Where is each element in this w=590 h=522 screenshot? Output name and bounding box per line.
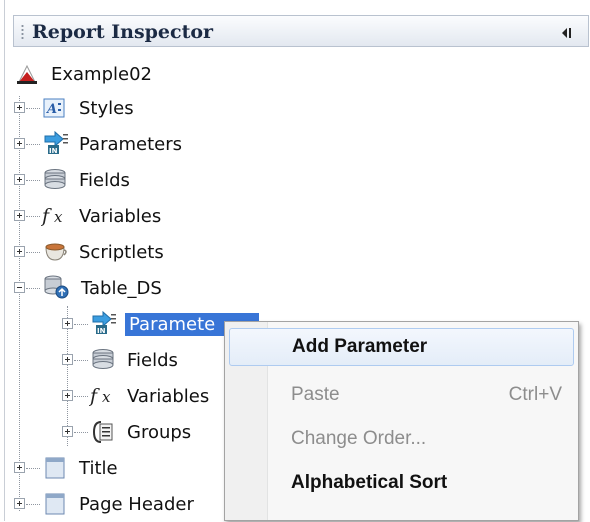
- tree-connector: [26, 252, 40, 253]
- menu-item-shortcut: Ctrl+V: [508, 384, 562, 405]
- expand-icon[interactable]: [14, 498, 25, 509]
- fields-icon: [43, 168, 67, 192]
- svg-text:x: x: [102, 388, 111, 406]
- tree-item-label: Page Header: [79, 493, 194, 515]
- parameters-icon: IN: [43, 130, 68, 155]
- minimize-panel-icon[interactable]: [560, 25, 574, 39]
- tree-item-label: Title: [79, 457, 118, 479]
- tree-item-label: Groups: [127, 421, 192, 443]
- band-icon: [45, 456, 69, 480]
- menu-item-label: Change Order...: [291, 428, 427, 449]
- tree-connector: [26, 216, 40, 217]
- tree-item-label: Fields: [127, 349, 178, 371]
- context-menu: Add Parameter Paste Ctrl+V Change Order.…: [224, 321, 579, 521]
- svg-text:f: f: [89, 385, 100, 407]
- tree-item-label: Parameters: [79, 133, 183, 155]
- tree-item-table-ds[interactable]: Table_DS: [5, 270, 305, 306]
- variables-icon: f x: [88, 384, 113, 408]
- svg-text:f: f: [41, 205, 52, 227]
- tree-item-fields[interactable]: Fields: [5, 162, 305, 198]
- menu-item-label: Alphabetical Sort: [291, 472, 448, 493]
- scriptlets-icon: [43, 240, 67, 264]
- expand-icon[interactable]: [62, 354, 73, 365]
- tree-connector: [26, 504, 40, 505]
- expand-icon[interactable]: [14, 462, 25, 473]
- tree-connector: [26, 144, 40, 145]
- menu-item-alphabetical-sort[interactable]: Alphabetical Sort: [229, 464, 574, 502]
- panel-header: Report Inspector: [13, 15, 589, 47]
- tree-connector: [26, 468, 40, 469]
- groups-icon: [91, 420, 115, 444]
- tree-item-label: Table_DS: [81, 277, 162, 299]
- tree-item-label: Variables: [127, 385, 210, 407]
- tree-connector: [26, 288, 40, 289]
- svg-text:x: x: [54, 208, 63, 226]
- styles-icon: A: [43, 96, 67, 120]
- tree-item-scriptlets[interactable]: Scriptlets: [5, 234, 305, 270]
- fields-icon: [91, 348, 115, 372]
- report-icon: [15, 62, 39, 86]
- svg-text:IN: IN: [49, 147, 58, 155]
- tree-item-parameters[interactable]: IN Parameters: [5, 126, 305, 162]
- expand-icon[interactable]: [14, 138, 25, 149]
- menu-item-add-parameter[interactable]: Add Parameter: [229, 328, 574, 366]
- expand-icon[interactable]: [62, 390, 73, 401]
- tree-connector: [74, 432, 88, 433]
- parameters-icon: IN: [91, 310, 116, 335]
- expand-icon[interactable]: [62, 318, 73, 329]
- tree-connector: [26, 108, 40, 109]
- tree-item-label: Fields: [79, 169, 130, 191]
- svg-text:IN: IN: [97, 327, 106, 335]
- expand-icon[interactable]: [62, 426, 73, 437]
- tree-connector: [74, 324, 88, 325]
- tree-item-variables[interactable]: f x Variables: [5, 198, 305, 234]
- tree-item-label: Styles: [79, 97, 134, 119]
- tree-root-label: Example02: [51, 63, 152, 85]
- menu-item-paste[interactable]: Paste Ctrl+V: [229, 376, 574, 414]
- tree-item-label: Variables: [79, 205, 162, 227]
- svg-text:A: A: [45, 102, 57, 117]
- tree-connector: [74, 396, 88, 397]
- tree-item-label: Scriptlets: [79, 241, 164, 263]
- tree-connector: [74, 360, 88, 361]
- band-icon: [45, 492, 69, 516]
- collapse-icon[interactable]: [14, 282, 25, 293]
- expand-icon[interactable]: [14, 102, 25, 113]
- menu-item-label: Paste: [291, 384, 340, 405]
- menu-item-change-order[interactable]: Change Order...: [229, 420, 574, 458]
- expand-icon[interactable]: [14, 210, 25, 221]
- panel-title: Report Inspector: [32, 21, 214, 43]
- expand-icon[interactable]: [14, 174, 25, 185]
- variables-icon: f x: [40, 204, 65, 228]
- drag-grip-icon[interactable]: [21, 24, 24, 40]
- tree-item-styles[interactable]: A Styles: [5, 90, 305, 126]
- expand-icon[interactable]: [14, 246, 25, 257]
- dataset-icon: [43, 274, 69, 299]
- menu-item-label: Add Parameter: [292, 336, 428, 357]
- tree-connector: [26, 180, 40, 181]
